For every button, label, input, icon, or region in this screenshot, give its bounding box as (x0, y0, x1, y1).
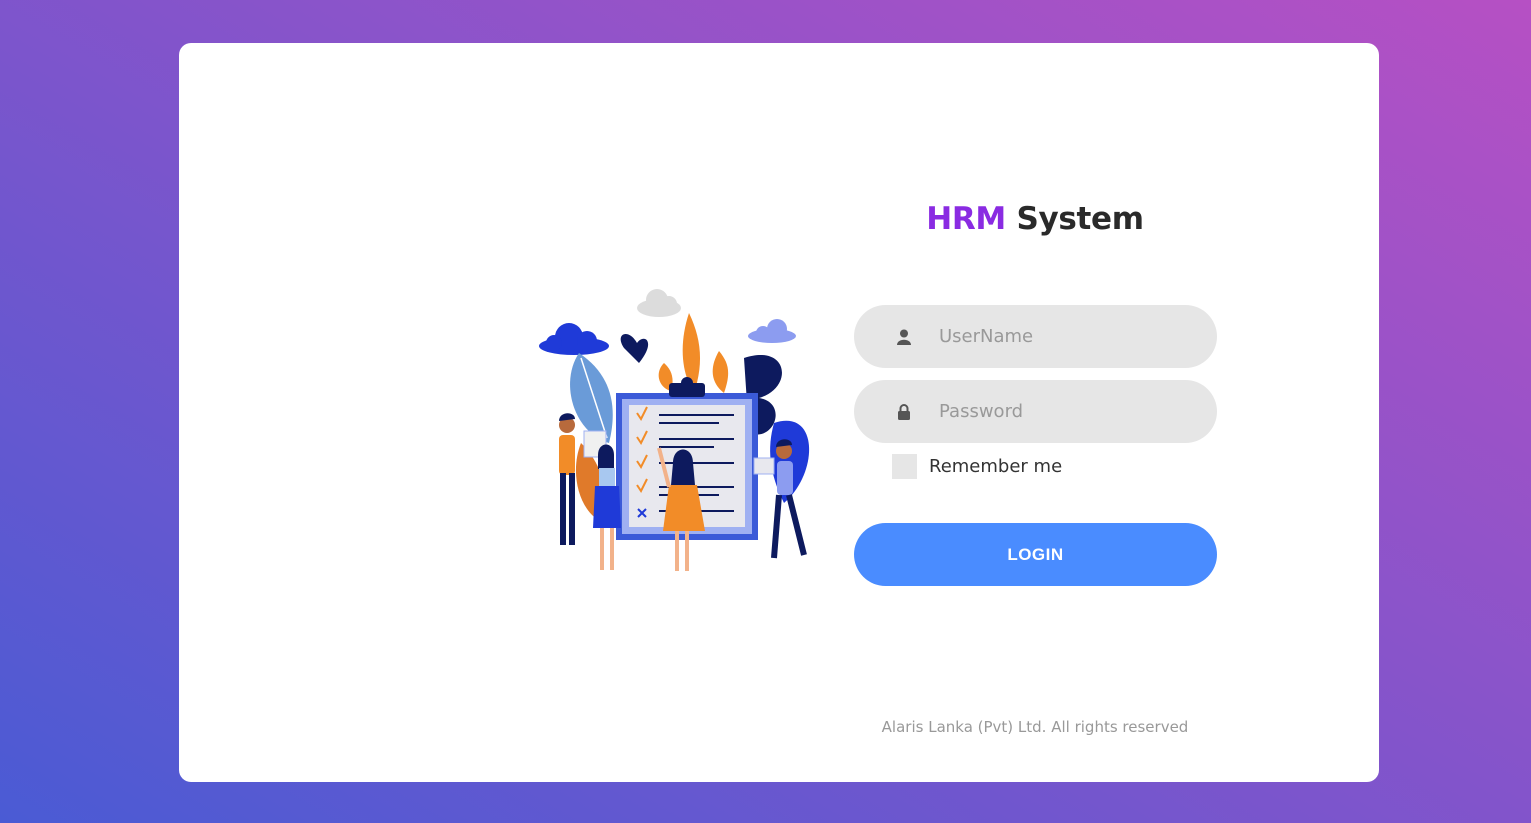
login-button[interactable]: LOGIN (854, 523, 1217, 586)
cloud-icon (539, 323, 609, 355)
login-card: HRM System Remember me LOGIN Alaris Lank… (179, 43, 1379, 782)
cloud-icon (637, 289, 681, 317)
username-field[interactable] (854, 305, 1217, 368)
app-title: HRM System (854, 201, 1216, 237)
username-input[interactable] (937, 325, 1181, 348)
app-title-accent: HRM (926, 201, 1006, 237)
team-checklist-illustration (539, 289, 810, 571)
remember-me-checkbox[interactable] (892, 454, 917, 479)
password-input[interactable] (937, 400, 1181, 423)
lock-icon (897, 403, 911, 420)
user-icon (897, 329, 911, 345)
footer-copyright: Alaris Lanka (Pvt) Ltd. All rights reser… (881, 718, 1189, 736)
remember-me: Remember me (892, 454, 1062, 479)
password-field[interactable] (854, 380, 1217, 443)
remember-me-label[interactable]: Remember me (929, 456, 1062, 477)
cloud-icon (748, 319, 796, 343)
app-title-rest: System (1016, 201, 1144, 237)
